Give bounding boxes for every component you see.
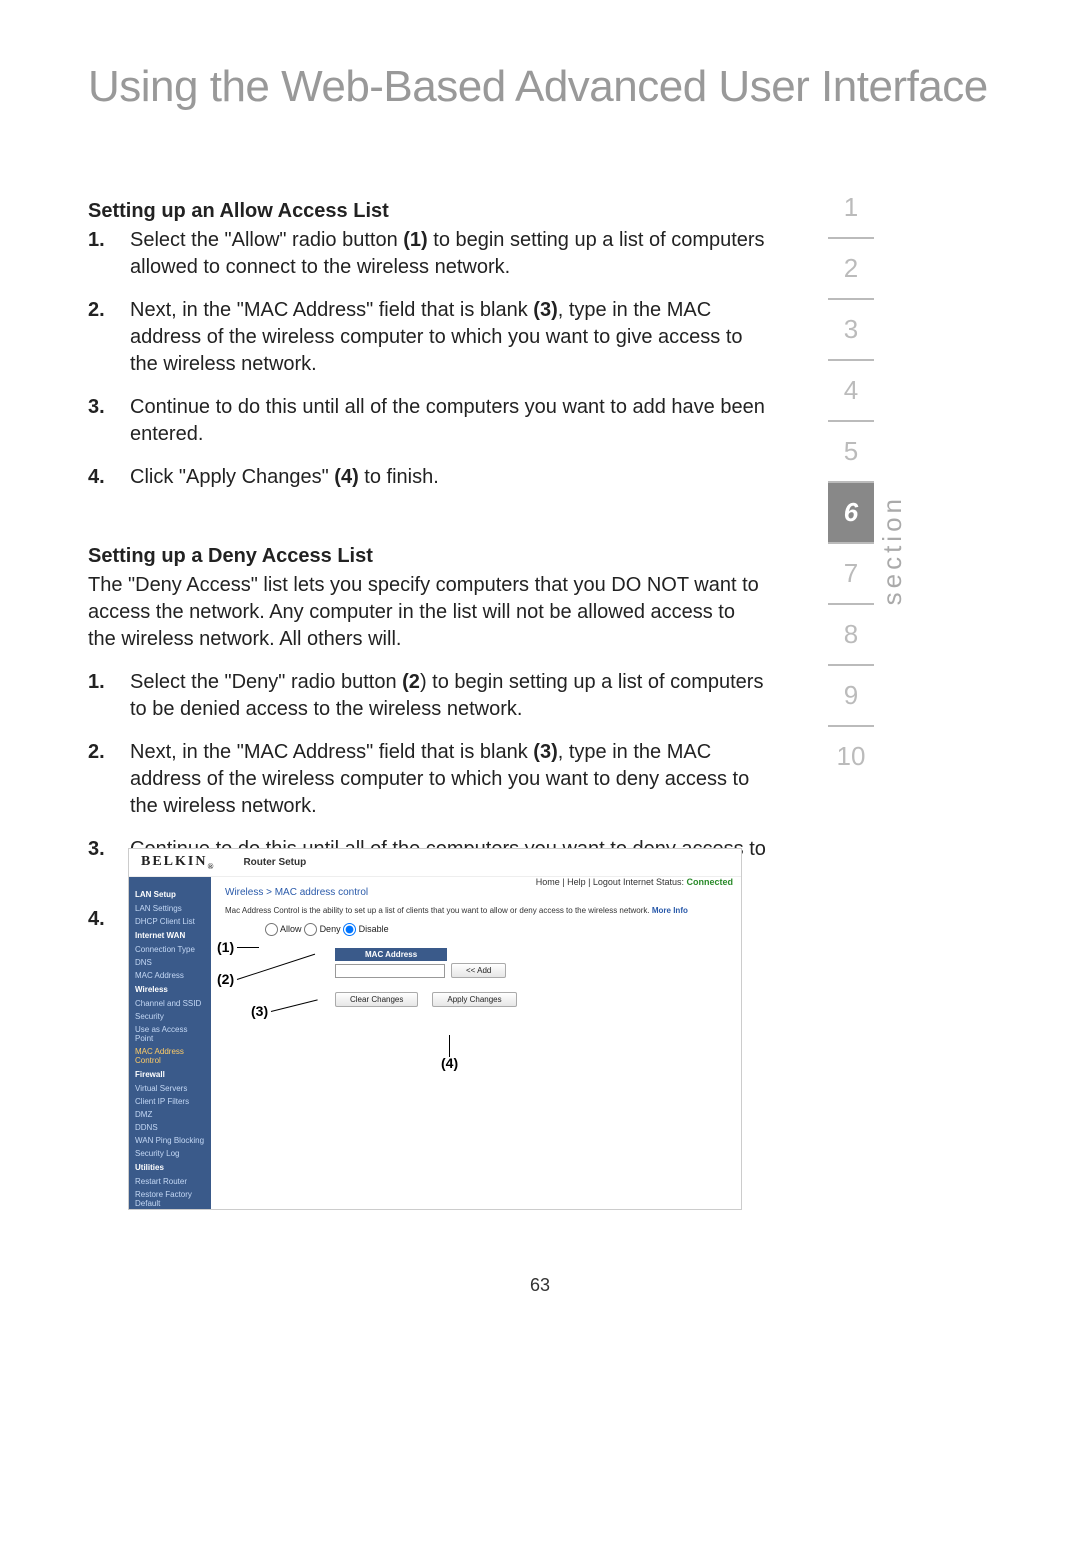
sidebar-item[interactable]: Virtual Servers [129,1082,211,1095]
callout-2: (2) [217,971,234,987]
mac-address-input[interactable] [335,964,445,978]
more-info-link[interactable]: More Info [652,906,688,915]
sidebar-item[interactable]: DMZ [129,1108,211,1121]
list-item: 2.Next, in the "MAC Address" field that … [88,297,768,378]
list-item: 1.Select the "Allow" radio button (1) to… [88,227,768,281]
section-tabs: 12345678910 [828,178,874,786]
sidebar-item[interactable]: Use as Access Point [129,1023,211,1045]
section-tab-9[interactable]: 9 [828,666,874,727]
callout-4-line [449,1035,450,1057]
sidebar-item[interactable]: MAC Address [129,969,211,982]
sidebar-item[interactable]: Channel and SSID [129,997,211,1010]
sidebar-item[interactable]: DDNS [129,1121,211,1134]
sidebar-item[interactable]: Security Log [129,1147,211,1160]
section-tab-2[interactable]: 2 [828,239,874,300]
list-item: 2.Next, in the "MAC Address" field that … [88,739,768,820]
callout-1: (1) [217,939,234,955]
page-title: Using the Web-Based Advanced User Interf… [88,62,988,112]
sidebar-category: Firewall [129,1067,211,1082]
allow-radio[interactable]: Allow [265,924,302,934]
section-tab-10[interactable]: 10 [828,727,874,786]
callout-4: (4) [441,1055,458,1071]
section-tab-3[interactable]: 3 [828,300,874,361]
callout-3: (3) [251,1003,268,1019]
sidebar-category: LAN Setup [129,887,211,902]
deny-radio[interactable]: Deny [304,924,341,934]
section-label: section [877,495,908,605]
allow-list: 1.Select the "Allow" radio button (1) to… [88,227,768,491]
list-item: 1.Select the "Deny" radio button (2) to … [88,669,768,723]
add-button[interactable]: << Add [451,963,506,978]
mac-address-header: MAC Address [335,948,447,961]
router-sidebar: LAN SetupLAN SettingsDHCP Client ListInt… [129,877,211,1209]
list-item: 3.Continue to do this until all of the c… [88,394,768,448]
sidebar-item[interactable]: Client IP Filters [129,1095,211,1108]
section-tab-6[interactable]: 6 [828,483,874,544]
sidebar-item[interactable]: Connection Type [129,943,211,956]
sidebar-item[interactable]: DNS [129,956,211,969]
brand-logo: BELKIN® [141,854,213,871]
list-item: 4.Click "Apply Changes" (4) to finish. [88,464,768,491]
sidebar-item[interactable]: Security [129,1010,211,1023]
section-tab-4[interactable]: 4 [828,361,874,422]
sidebar-item[interactable]: Restart Router [129,1175,211,1188]
router-screenshot: BELKIN® Router Setup Home | Help | Logou… [128,848,742,1210]
router-main: Wireless > MAC address control Mac Addre… [211,877,741,1209]
content-body: Setting up an Allow Access List 1.Select… [88,198,768,949]
deny-intro: The "Deny Access" list lets you specify … [88,572,768,653]
sidebar-item[interactable]: DHCP Client List [129,915,211,928]
sidebar-item[interactable]: WAN Ping Blocking [129,1134,211,1147]
router-setup-label: Router Setup [243,857,306,868]
clear-changes-button[interactable]: Clear Changes [335,992,418,1007]
sidebar-item[interactable]: Restore Factory Default [129,1188,211,1210]
deny-heading: Setting up a Deny Access List [88,543,768,570]
section-tab-5[interactable]: 5 [828,422,874,483]
section-tab-7[interactable]: 7 [828,544,874,605]
sidebar-item[interactable]: MAC Address Control [129,1045,211,1067]
apply-changes-button[interactable]: Apply Changes [432,992,516,1007]
section-tab-1[interactable]: 1 [828,178,874,239]
callout-3-line [271,999,318,1012]
page-number: 63 [0,1275,1080,1296]
sidebar-item[interactable]: LAN Settings [129,902,211,915]
section-tab-8[interactable]: 8 [828,605,874,666]
allow-heading: Setting up an Allow Access List [88,198,768,225]
radio-group: Allow Deny Disable [265,923,727,936]
breadcrumb: Wireless > MAC address control [225,887,727,898]
sidebar-category: Utilities [129,1160,211,1175]
disable-radio[interactable]: Disable [343,924,389,934]
sidebar-category: Internet WAN [129,928,211,943]
callout-1-line [237,947,259,948]
mac-desc: Mac Address Control is the ability to se… [225,906,727,915]
sidebar-category: Wireless [129,982,211,997]
